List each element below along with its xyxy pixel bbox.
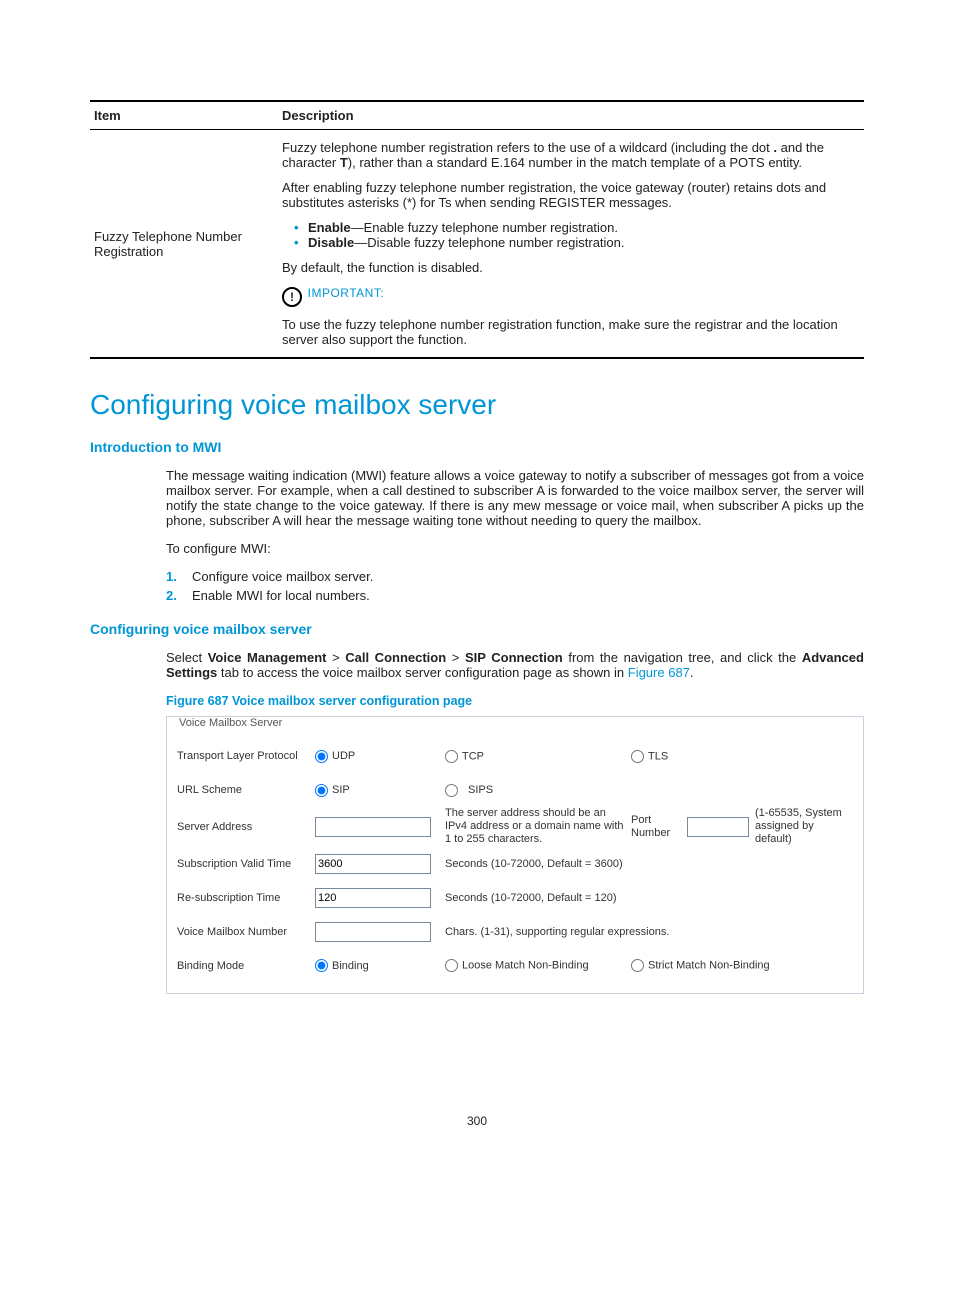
row-label: Fuzzy Telephone Number Registration bbox=[90, 130, 278, 359]
list-item: 2.Enable MWI for local numbers. bbox=[166, 588, 864, 603]
label-port: Port Number bbox=[631, 814, 681, 840]
page-title: Configuring voice mailbox server bbox=[90, 389, 864, 421]
radio-binding[interactable] bbox=[315, 959, 328, 972]
label-tlp: Transport Layer Protocol bbox=[177, 750, 315, 762]
label-server-address: Server Address bbox=[177, 821, 315, 833]
row-server-address: Server Address The server address should… bbox=[177, 807, 853, 847]
figure-caption: Figure 687 Voice mailbox server configur… bbox=[166, 694, 864, 708]
label-rst: Re-subscription Time bbox=[177, 892, 315, 904]
radio-sip[interactable] bbox=[315, 784, 328, 797]
label-bm: Binding Mode bbox=[177, 960, 315, 972]
row-url-scheme: URL Scheme SIP SIPS bbox=[177, 773, 853, 807]
radio-tls[interactable] bbox=[631, 750, 644, 763]
row-rst: Re-subscription Time Seconds (10-72000, … bbox=[177, 881, 853, 915]
row-binding-mode: Binding Mode Binding Loose Match Non-Bin… bbox=[177, 949, 853, 983]
figure-ref-link[interactable]: Figure 687 bbox=[628, 665, 690, 680]
radio-sips[interactable] bbox=[445, 784, 458, 797]
list-item: Disable—Disable fuzzy telephone number r… bbox=[308, 235, 860, 250]
list-item: Enable—Enable fuzzy telephone number reg… bbox=[308, 220, 860, 235]
input-port[interactable] bbox=[687, 817, 749, 837]
row-transport-protocol: Transport Layer Protocol UDP TCP TLS bbox=[177, 739, 853, 773]
table-row: Fuzzy Telephone Number Registration Fuzz… bbox=[90, 130, 864, 359]
input-server-address[interactable] bbox=[315, 817, 431, 837]
radio-udp[interactable] bbox=[315, 750, 328, 763]
input-vmn[interactable] bbox=[315, 922, 431, 942]
th-desc: Description bbox=[278, 101, 864, 130]
important-icon: ! bbox=[282, 287, 302, 307]
voice-mailbox-server-panel: Voice Mailbox Server Transport Layer Pro… bbox=[166, 716, 864, 994]
label-url: URL Scheme bbox=[177, 784, 315, 796]
hint-svt: Seconds (10-72000, Default = 3600) bbox=[445, 858, 853, 870]
page-number: 300 bbox=[90, 1114, 864, 1128]
desc-p3: By default, the function is disabled. bbox=[282, 260, 860, 275]
label-svt: Subscription Valid Time bbox=[177, 858, 315, 870]
desc-p1: Fuzzy telephone number registration refe… bbox=[282, 140, 860, 170]
label-vmn: Voice Mailbox Number bbox=[177, 926, 315, 938]
important-callout: ! IMPORTANT: bbox=[282, 285, 860, 307]
hint-port: (1-65535, System assigned by default) bbox=[755, 807, 853, 847]
config-paragraph: Select Voice Management > Call Connectio… bbox=[166, 650, 864, 680]
radio-strict-nonbinding[interactable] bbox=[631, 959, 644, 972]
option-list: Enable—Enable fuzzy telephone number reg… bbox=[282, 220, 860, 250]
hint-vmn: Chars. (1-31), supporting regular expres… bbox=[445, 926, 853, 938]
panel-legend: Voice Mailbox Server bbox=[175, 717, 286, 729]
fuzzy-registration-table: Item Description Fuzzy Telephone Number … bbox=[90, 100, 864, 359]
input-rst[interactable] bbox=[315, 888, 431, 908]
radio-loose-nonbinding[interactable] bbox=[445, 959, 458, 972]
row-desc: Fuzzy telephone number registration refe… bbox=[278, 130, 864, 359]
hint-server-address: The server address should be an IPv4 add… bbox=[445, 807, 625, 847]
steps-list: 1.Configure voice mailbox server. 2.Enab… bbox=[166, 569, 864, 603]
hint-rst: Seconds (10-72000, Default = 120) bbox=[445, 892, 853, 904]
input-svt[interactable] bbox=[315, 854, 431, 874]
th-item: Item bbox=[90, 101, 278, 130]
desc-p2: After enabling fuzzy telephone number re… bbox=[282, 180, 860, 210]
radio-tcp[interactable] bbox=[445, 750, 458, 763]
row-svt: Subscription Valid Time Seconds (10-7200… bbox=[177, 847, 853, 881]
intro-heading: Introduction to MWI bbox=[90, 439, 864, 455]
row-vmn: Voice Mailbox Number Chars. (1-31), supp… bbox=[177, 915, 853, 949]
intro-p2: To configure MWI: bbox=[166, 541, 864, 556]
config-heading: Configuring voice mailbox server bbox=[90, 621, 864, 637]
list-item: 1.Configure voice mailbox server. bbox=[166, 569, 864, 584]
intro-paragraph: The message waiting indication (MWI) fea… bbox=[166, 468, 864, 528]
desc-p4: To use the fuzzy telephone number regist… bbox=[282, 317, 860, 347]
important-label: IMPORTANT: bbox=[308, 286, 385, 300]
